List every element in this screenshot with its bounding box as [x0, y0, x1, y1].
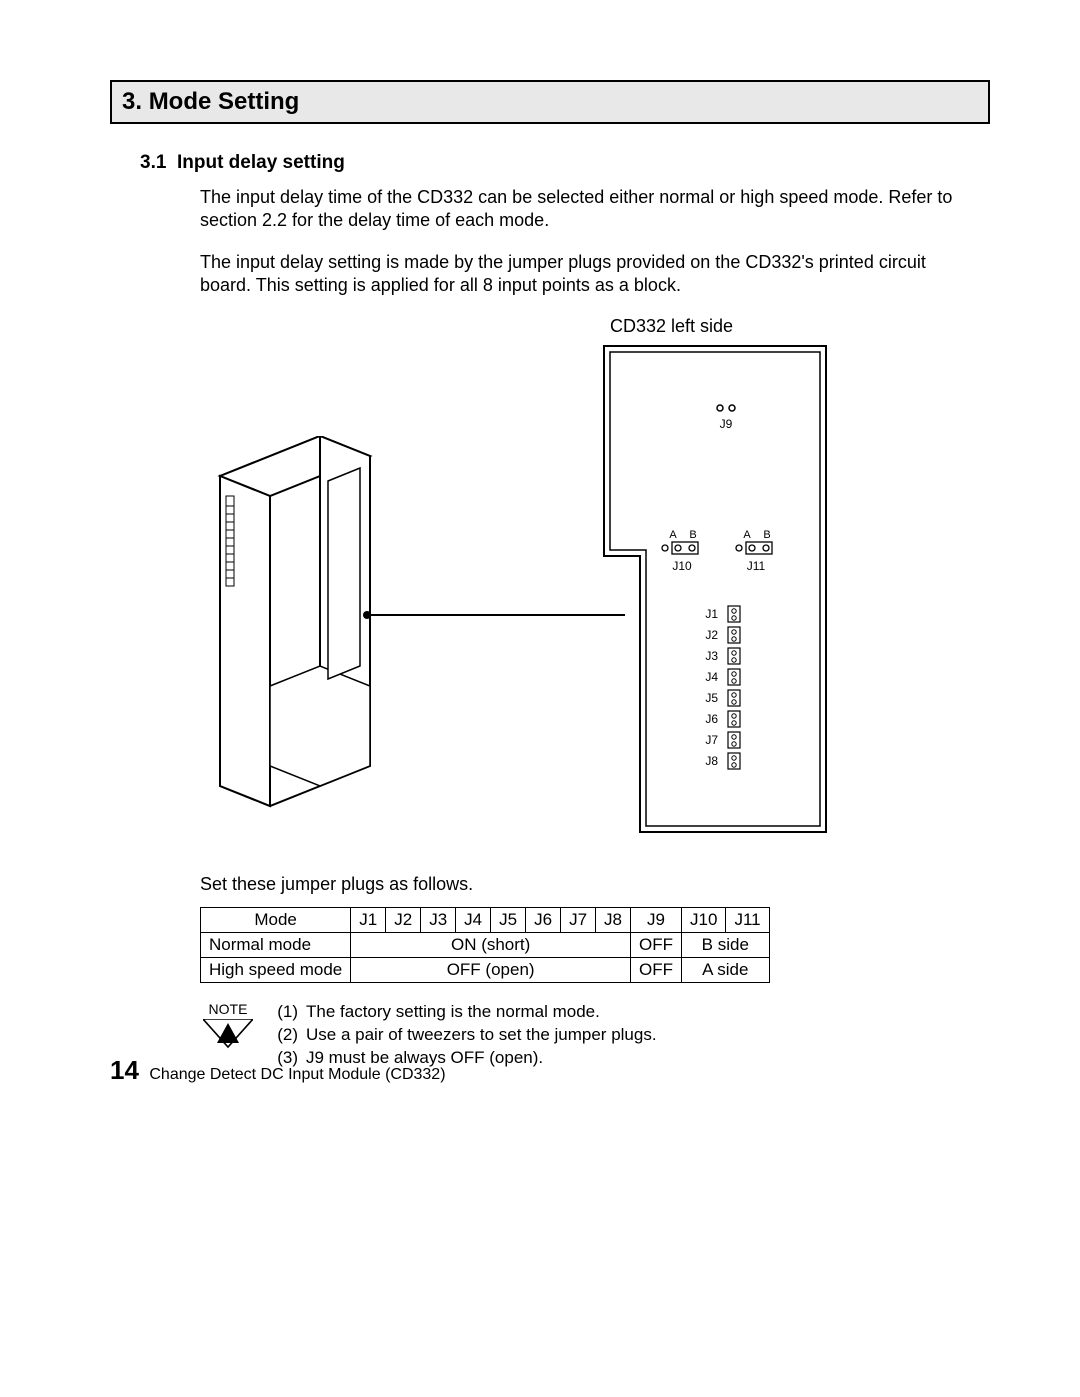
- section-heading: 3. Mode Setting: [122, 88, 978, 116]
- th-j1: J1: [351, 908, 386, 933]
- subsection-heading: 3.1 Input delay setting: [140, 152, 990, 174]
- subsection-title: Input delay setting: [177, 152, 345, 173]
- section-title: Mode Setting: [149, 88, 300, 115]
- th-j11: J11: [726, 908, 769, 933]
- diagram-caption: CD332 left side: [610, 316, 733, 337]
- j10-a: A: [669, 529, 677, 541]
- th-j6: J6: [526, 908, 561, 933]
- subsection-number: 3.1: [140, 152, 166, 173]
- pcb-diagram: J9 A B J10 A B: [600, 342, 830, 836]
- jumper-table: Mode J1 J2 J3 J4 J5 J6 J7 J8 J9 J10 J11 …: [200, 907, 770, 983]
- table-header-row: Mode J1 J2 J3 J4 J5 J6 J7 J8 J9 J10 J11: [201, 908, 770, 933]
- note-icon: NOTE: [200, 1001, 256, 1054]
- th-j7: J7: [561, 908, 596, 933]
- th-j9: J9: [631, 908, 682, 933]
- jrow-label: J4: [705, 670, 718, 684]
- th-j5: J5: [491, 908, 526, 933]
- j10-label: J10: [672, 559, 692, 573]
- th-j2: J2: [386, 908, 421, 933]
- note-label: NOTE: [200, 1001, 256, 1017]
- diagram: CD332 left side: [200, 316, 990, 856]
- th-mode: Mode: [201, 908, 351, 933]
- paragraph-2: The input delay setting is made by the j…: [200, 251, 960, 296]
- section-number: 3.: [122, 88, 142, 115]
- module-3d-icon: [200, 436, 400, 821]
- j9-label: J9: [720, 417, 733, 431]
- set-instruction: Set these jumper plugs as follows.: [200, 874, 990, 895]
- jrow-label: J1: [705, 607, 718, 621]
- paragraph-1: The input delay time of the CD332 can be…: [200, 186, 960, 231]
- section-heading-band: 3. Mode Setting: [110, 80, 990, 124]
- j1-8-val: ON (short): [351, 933, 631, 958]
- j11-b: B: [763, 529, 770, 541]
- j9-val: OFF: [631, 933, 682, 958]
- page: 3. Mode Setting 3.1 Input delay setting …: [0, 0, 1080, 1130]
- j11-a: A: [743, 529, 751, 541]
- table-row: Normal mode ON (short) OFF B side: [201, 933, 770, 958]
- footer-title: Change Detect DC Input Module (CD332): [149, 1066, 445, 1083]
- table-row: High speed mode OFF (open) OFF A side: [201, 958, 770, 983]
- th-j4: J4: [456, 908, 491, 933]
- page-number: 14: [110, 1055, 139, 1085]
- jrow-label: J7: [705, 733, 718, 747]
- note-item: (2)Use a pair of tweezers to set the jum…: [270, 1024, 657, 1047]
- j1-8-val: OFF (open): [351, 958, 631, 983]
- th-j8: J8: [596, 908, 631, 933]
- jrow-label: J3: [705, 649, 718, 663]
- jrow-label: J2: [705, 628, 718, 642]
- jrow-label: J5: [705, 691, 718, 705]
- j11-label: J11: [747, 559, 766, 573]
- j9-val: OFF: [631, 958, 682, 983]
- j10-11-val: A side: [682, 958, 770, 983]
- leader-line: [367, 614, 625, 616]
- mode-name: Normal mode: [201, 933, 351, 958]
- jrow-label: J8: [705, 754, 718, 768]
- j10-11-val: B side: [682, 933, 770, 958]
- page-footer: 14 Change Detect DC Input Module (CD332): [110, 1055, 446, 1086]
- note-item: (1)The factory setting is the normal mod…: [270, 1001, 657, 1024]
- jrow-label: J6: [705, 712, 718, 726]
- mode-name: High speed mode: [201, 958, 351, 983]
- j10-b: B: [689, 529, 696, 541]
- th-j3: J3: [421, 908, 456, 933]
- th-j10: J10: [682, 908, 726, 933]
